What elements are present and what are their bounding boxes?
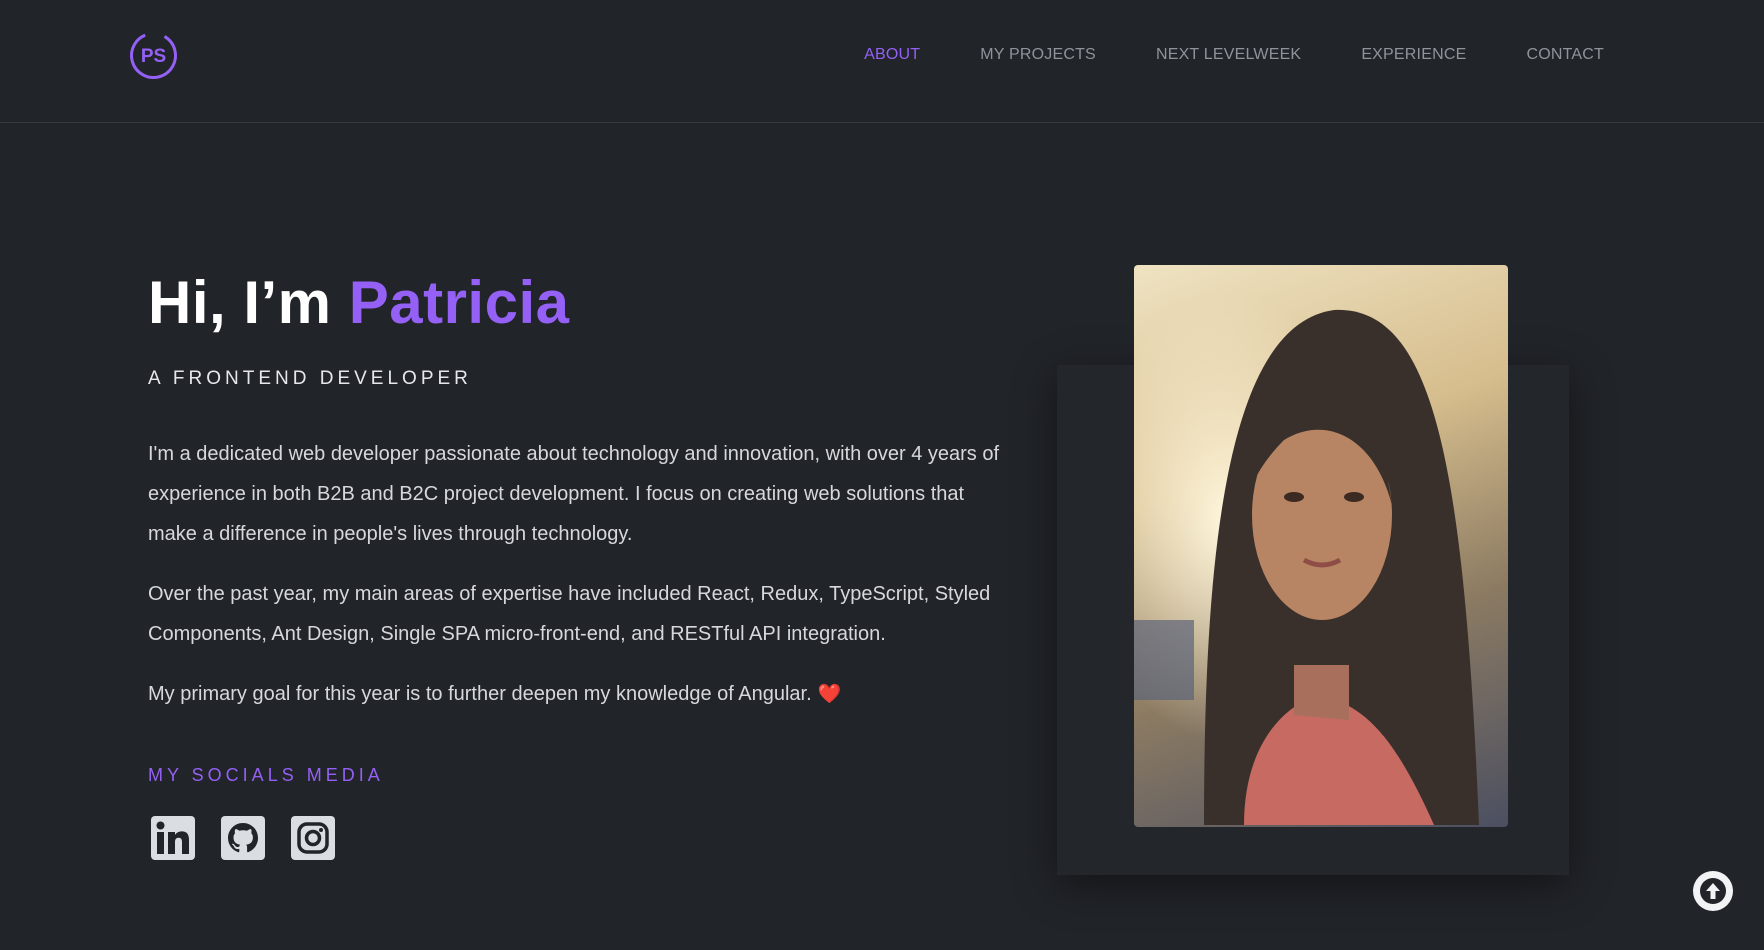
hero-name: Patricia	[348, 269, 570, 336]
bio-paragraph: I'm a dedicated web developer passionate…	[148, 443, 1000, 545]
socials-title: MY SOCIALS MEDIA	[148, 765, 384, 785]
main-nav: ABOUT MY PROJECTS NEXT LEVELWEEK EXPERIE…	[864, 46, 1604, 64]
hero-section: Hi, I’m Patricia A FRONTEND DEVELOPER I'…	[148, 268, 1018, 735]
ps-logo-icon[interactable]: PS	[128, 30, 179, 81]
arrow-up-icon	[1700, 878, 1726, 904]
github-link[interactable]	[220, 815, 266, 861]
portrait-illustration	[1134, 265, 1508, 827]
heart-icon: ❤️	[817, 684, 842, 705]
nav-contact[interactable]: CONTACT	[1526, 46, 1604, 64]
scroll-to-top-button[interactable]	[1693, 871, 1733, 911]
profile-photo	[1134, 265, 1508, 827]
github-icon	[221, 816, 265, 860]
socials-list	[150, 815, 336, 861]
bio-paragraph: Over the past year, my main areas of exp…	[148, 583, 991, 645]
hero-heading: Hi, I’m Patricia	[148, 268, 1018, 338]
bio-goal-text: My primary goal for this year is to furt…	[148, 683, 812, 705]
bio: I'm a dedicated web developer passionate…	[148, 434, 1018, 715]
linkedin-icon	[151, 816, 195, 860]
hero-subtitle: A FRONTEND DEVELOPER	[148, 368, 472, 389]
instagram-link[interactable]	[290, 815, 336, 861]
nav-experience[interactable]: EXPERIENCE	[1361, 46, 1466, 64]
nav-next-levelweek[interactable]: NEXT LEVELWEEK	[1156, 46, 1301, 64]
nav-my-projects[interactable]: MY PROJECTS	[980, 46, 1096, 64]
site-header: PS ABOUT MY PROJECTS NEXT LEVELWEEK EXPE…	[0, 0, 1764, 123]
hero-greeting: Hi, I’m	[148, 269, 332, 336]
nav-about[interactable]: ABOUT	[864, 46, 920, 64]
svg-text:PS: PS	[141, 46, 166, 67]
bio-paragraph-goal: My primary goal for this year is to furt…	[148, 674, 1018, 715]
instagram-icon	[291, 816, 335, 860]
linkedin-link[interactable]	[150, 815, 196, 861]
